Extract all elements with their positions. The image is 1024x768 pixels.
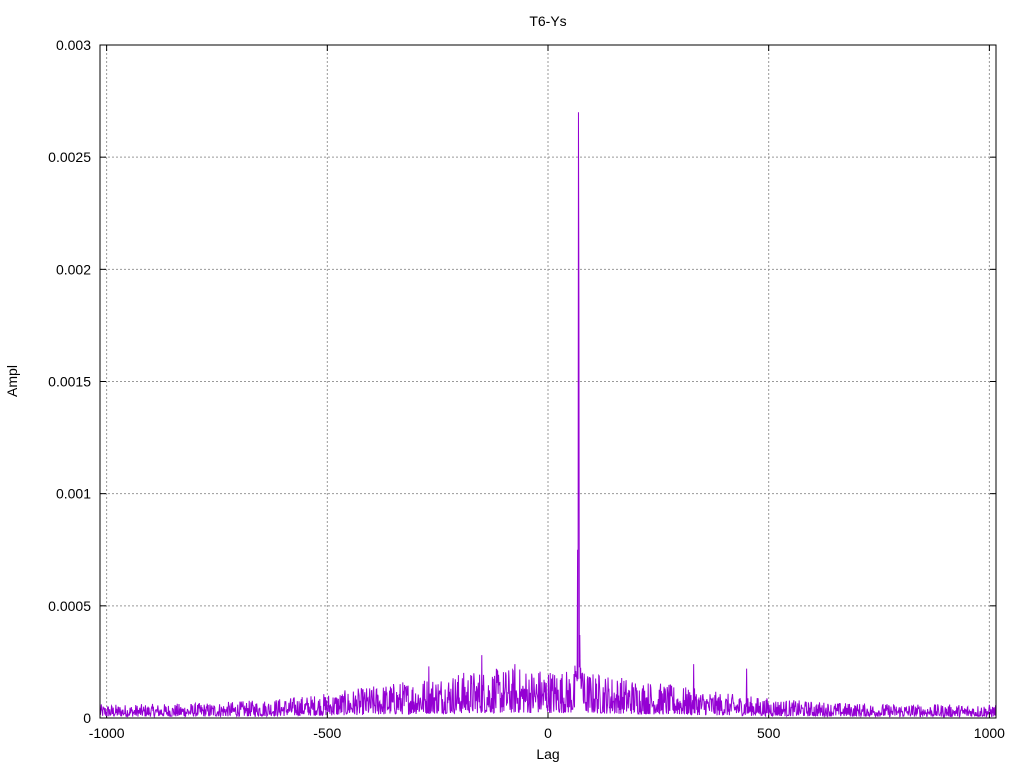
y-tick-label: 0.0015 — [48, 374, 91, 390]
y-tick-label: 0 — [83, 710, 91, 726]
y-tick-label: 0.001 — [56, 486, 91, 502]
x-tick-label: -500 — [313, 725, 341, 741]
y-tick-label: 0.0025 — [48, 149, 91, 165]
x-tick-label: 500 — [757, 725, 781, 741]
y-tick-label: 0.003 — [56, 37, 91, 53]
y-axis-label: Ampl — [4, 365, 20, 397]
x-tick-label: 1000 — [974, 725, 1005, 741]
chart: T6-Ys Ampl Lag -1000 -500 0 500 1000 0 0.0005 0… — [4, 13, 1005, 762]
x-tick-label: -1000 — [89, 725, 125, 741]
y-tick-label: 0.0005 — [48, 598, 91, 614]
grid — [100, 44, 996, 719]
x-axis-label: Lag — [536, 746, 559, 762]
x-tick-label: 0 — [544, 725, 552, 741]
y-tick-label: 0.002 — [56, 261, 91, 277]
chart-title: T6-Ys — [529, 13, 566, 29]
tick-labels: -1000 -500 0 500 1000 0 0.0005 0.001 0.0015 0.002… — [48, 37, 1005, 741]
